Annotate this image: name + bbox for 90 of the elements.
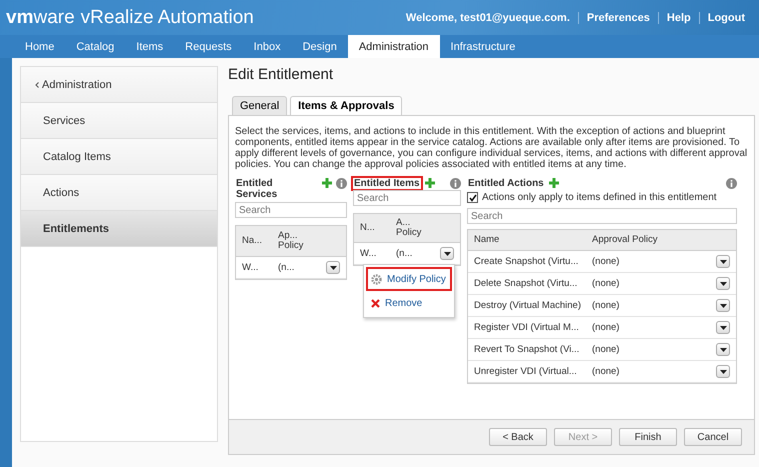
sidebar-item[interactable]: Services bbox=[21, 103, 217, 139]
gear-icon bbox=[371, 274, 382, 284]
column-header: Approval Policy bbox=[591, 235, 658, 245]
table-row[interactable]: Register VDI (Virtual M... (none) bbox=[468, 317, 736, 339]
table-cell-text: (n... bbox=[395, 248, 414, 259]
nav-tab[interactable]: Infrastructure bbox=[440, 35, 526, 58]
dropdown-button[interactable] bbox=[716, 255, 730, 268]
dropdown-button[interactable] bbox=[326, 261, 340, 274]
caret-down-icon bbox=[330, 266, 336, 270]
caret-down-icon bbox=[444, 252, 450, 256]
column-header: Name bbox=[473, 235, 500, 245]
nav-tab[interactable]: Items bbox=[125, 35, 174, 58]
close-icon bbox=[371, 298, 380, 308]
section-title: Entitled Items bbox=[353, 178, 421, 189]
caret-down-icon bbox=[720, 326, 726, 330]
search-field[interactable]: Search bbox=[353, 190, 461, 206]
footer-button[interactable]: < Back bbox=[489, 428, 547, 446]
description: Select the services, items, and actions to include in this entitlement. With the exception of actions and blueprint components, entitled items appear in the service catalog. Actions are available only after items are provisioned. To apply different levels of governance, you can configure individual services, items, and actions with different approval policies. You can change the approval policies associated with entitled items at any time. bbox=[235, 126, 748, 170]
dropdown-button[interactable] bbox=[716, 277, 730, 290]
header-link[interactable]: Logout bbox=[698, 12, 753, 24]
info-icon[interactable] bbox=[450, 178, 461, 189]
table-cell-text: W... bbox=[359, 248, 378, 259]
table-row[interactable]: W... (n... bbox=[236, 257, 346, 279]
caret-down-icon bbox=[720, 260, 726, 264]
sidebar-item[interactable]: Actions bbox=[21, 175, 217, 211]
tab[interactable]: Items & Approvals bbox=[290, 96, 402, 116]
page-title: Edit Entitlement bbox=[228, 66, 334, 85]
table-cell-text: Delete Snapshot (Virtu... bbox=[473, 278, 578, 289]
caret-down-icon bbox=[720, 282, 726, 286]
table-cell-text: W... bbox=[241, 262, 260, 273]
product-name: vRealize Automation bbox=[80, 6, 254, 28]
logo: vmware bbox=[6, 6, 75, 28]
nav-tab[interactable]: Administration bbox=[348, 35, 440, 58]
table-cell-text: Create Snapshot (Virtu... bbox=[473, 256, 580, 267]
table-cell-text: (none) bbox=[591, 322, 620, 333]
table-row[interactable]: Delete Snapshot (Virtu... (none) bbox=[468, 273, 736, 295]
search-field[interactable]: Search bbox=[235, 202, 347, 218]
sidebar-item[interactable]: Entitlements bbox=[21, 211, 217, 247]
checkbox[interactable] bbox=[467, 192, 478, 203]
add-icon[interactable] bbox=[424, 178, 435, 188]
table-row[interactable]: Destroy (Virtual Machine) (none) bbox=[468, 295, 736, 317]
tab[interactable]: General bbox=[232, 96, 288, 116]
nav-tab[interactable]: Catalog bbox=[65, 35, 126, 58]
menu-item[interactable]: Remove bbox=[366, 291, 452, 315]
search-field[interactable]: Search bbox=[467, 208, 737, 224]
caret-down-icon bbox=[720, 304, 726, 308]
caret-down-icon bbox=[720, 370, 726, 374]
nav-tab[interactable]: Inbox bbox=[242, 35, 292, 58]
dropdown-button[interactable] bbox=[440, 247, 454, 260]
table-row[interactable]: Revert To Snapshot (Vi... (none) bbox=[468, 339, 736, 361]
table-cell-text: (none) bbox=[591, 366, 620, 377]
table-row[interactable]: Create Snapshot (Virtu... (none) bbox=[468, 251, 736, 273]
menu-item[interactable]: Modify Policy bbox=[366, 267, 452, 291]
table-cell-text: (none) bbox=[591, 256, 620, 267]
column-header: N... bbox=[359, 223, 376, 233]
table-cell-text: Destroy (Virtual Machine) bbox=[473, 300, 582, 311]
nav-tab[interactable]: Design bbox=[292, 35, 348, 58]
add-icon[interactable] bbox=[322, 178, 332, 188]
table-cell-text: (none) bbox=[591, 344, 620, 355]
header-link[interactable]: Preferences bbox=[578, 12, 658, 24]
table-cell-text: Revert To Snapshot (Vi... bbox=[473, 344, 580, 355]
column-header: Na... bbox=[241, 236, 264, 246]
back-link[interactable]: Administration bbox=[21, 67, 217, 103]
column-header: Ap... Policy bbox=[277, 231, 304, 251]
table-cell-text: (none) bbox=[591, 278, 620, 289]
header-link[interactable]: Welcome, test01@yueque.com. bbox=[398, 12, 578, 24]
footer-button[interactable]: Finish bbox=[619, 428, 677, 446]
section-title: Entitled Services bbox=[235, 178, 278, 200]
table-cell-text: (none) bbox=[591, 300, 620, 311]
checkbox-label: Actions only apply to items defined in this entitlement bbox=[482, 192, 717, 203]
table-cell-text: (n... bbox=[277, 262, 296, 273]
header-link[interactable]: Help bbox=[658, 12, 699, 24]
nav-tab[interactable]: Home bbox=[14, 35, 66, 58]
table-row[interactable]: Unregister VDI (Virtual... (none) bbox=[468, 361, 736, 383]
table-cell-text: Unregister VDI (Virtual... bbox=[473, 366, 578, 377]
dropdown-button[interactable] bbox=[716, 343, 730, 356]
info-icon[interactable] bbox=[336, 178, 347, 189]
dropdown-button[interactable] bbox=[716, 299, 730, 312]
nav-tab[interactable]: Requests bbox=[174, 35, 243, 58]
column-header: A... Policy bbox=[395, 218, 422, 238]
dropdown-button[interactable] bbox=[716, 365, 730, 378]
dropdown-button[interactable] bbox=[716, 321, 730, 334]
info-icon[interactable] bbox=[726, 178, 737, 189]
footer-button[interactable]: Cancel bbox=[684, 428, 742, 446]
section-title: Entitled Actions bbox=[467, 178, 545, 189]
sidebar-item[interactable]: Catalog Items bbox=[21, 139, 217, 175]
add-icon[interactable] bbox=[548, 178, 559, 188]
table-cell-text: Register VDI (Virtual M... bbox=[473, 322, 580, 333]
chevron-left-icon bbox=[35, 82, 39, 88]
caret-down-icon bbox=[720, 348, 726, 352]
